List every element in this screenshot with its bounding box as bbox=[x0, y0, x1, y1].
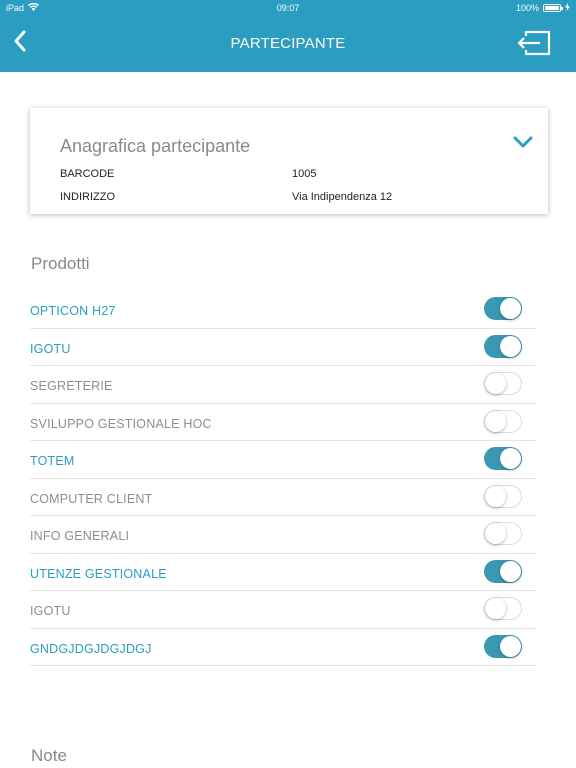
product-toggle[interactable] bbox=[484, 447, 522, 470]
product-row: INFO GENERALI bbox=[30, 516, 536, 554]
charging-icon bbox=[565, 3, 570, 13]
product-toggle[interactable] bbox=[484, 334, 522, 358]
logout-icon bbox=[516, 30, 552, 60]
battery-tip bbox=[561, 7, 563, 10]
product-row: SEGRETERIE bbox=[30, 366, 536, 404]
product-label: IGOTU bbox=[30, 341, 71, 356]
product-row: UTENZE GESTIONALE bbox=[30, 554, 536, 591]
chevron-down-icon bbox=[512, 136, 534, 154]
products-list: OPTICON H27 IGOTU SEGRETERIE SVILUPPO GESTI… bbox=[30, 291, 536, 666]
logout-button[interactable] bbox=[516, 30, 552, 56]
card-title: Anagrafica partecipante bbox=[60, 136, 251, 156]
toggle-knob bbox=[485, 485, 506, 507]
page-title: PARTECIPANTE bbox=[230, 35, 346, 52]
toggle-knob bbox=[500, 448, 521, 469]
product-row: TOTEM bbox=[30, 441, 536, 479]
status-bar: iPad 09:07 100% bbox=[0, 0, 576, 16]
barcode-label: BARCODE bbox=[60, 168, 115, 180]
products-section-title: Prodotti bbox=[31, 254, 90, 273]
status-time: 09:07 bbox=[276, 3, 300, 13]
nav-bar: PARTECIPANTE bbox=[0, 16, 576, 72]
product-row: IGOTU bbox=[30, 591, 536, 629]
product-toggle[interactable] bbox=[484, 484, 522, 508]
product-toggle[interactable] bbox=[484, 409, 522, 433]
status-bar-right: 100% bbox=[516, 3, 570, 13]
battery-percent: 100% bbox=[515, 3, 539, 13]
product-row: IGOTU bbox=[30, 329, 536, 366]
product-label: GNDGJDGJDGJDGJ bbox=[30, 641, 152, 656]
product-label: IGOTU bbox=[30, 604, 71, 618]
toggle-knob bbox=[485, 410, 506, 432]
product-label: UTENZE GESTIONALE bbox=[30, 566, 167, 581]
battery-icon bbox=[543, 4, 563, 12]
app-header: iPad 09:07 100% PARTECIPANTE bbox=[0, 0, 576, 72]
product-label: INFO GENERALI bbox=[30, 529, 130, 543]
card-collapse-button[interactable] bbox=[512, 134, 534, 150]
product-row: COMPUTER CLIENT bbox=[30, 479, 536, 516]
toggle-knob bbox=[500, 298, 521, 319]
product-toggle[interactable] bbox=[484, 372, 522, 395]
product-label: SEGRETERIE bbox=[30, 379, 113, 393]
notes-section-title: Note bbox=[31, 746, 67, 765]
product-toggle[interactable] bbox=[484, 297, 522, 320]
toggle-knob bbox=[485, 373, 506, 394]
product-toggle[interactable] bbox=[484, 522, 522, 545]
product-toggle[interactable] bbox=[484, 597, 522, 620]
barcode-value: 1005 bbox=[292, 168, 317, 180]
toggle-knob bbox=[500, 335, 521, 357]
product-label: TOTEM bbox=[30, 454, 75, 468]
product-label: SVILUPPO GESTIONALE HOC bbox=[30, 416, 212, 431]
address-value: Via Indipendenza 12 bbox=[292, 191, 393, 203]
toggle-knob bbox=[485, 523, 506, 544]
product-row: OPTICON H27 bbox=[30, 291, 536, 329]
product-row: GNDGJDGJDGJDGJ bbox=[30, 629, 536, 666]
toggle-knob bbox=[485, 598, 506, 619]
address-label: INDIRIZZO bbox=[60, 191, 115, 203]
participant-card: Anagrafica partecipante BARCODE 1005 IND… bbox=[30, 108, 548, 214]
product-label: COMPUTER CLIENT bbox=[30, 491, 153, 506]
product-label: OPTICON H27 bbox=[30, 304, 116, 318]
product-row: SVILUPPO GESTIONALE HOC bbox=[30, 404, 536, 441]
toggle-knob bbox=[500, 635, 521, 657]
product-toggle[interactable] bbox=[484, 559, 522, 583]
battery-fill bbox=[545, 6, 559, 10]
product-toggle[interactable] bbox=[484, 634, 522, 658]
toggle-knob bbox=[500, 560, 521, 582]
